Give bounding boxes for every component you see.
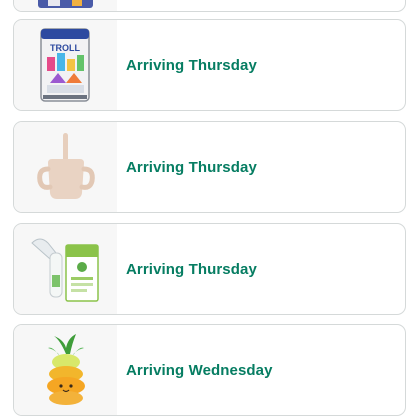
product-thumbnail: TROLL [14, 20, 117, 110]
order-card[interactable]: Arriving Wednesday [13, 324, 406, 416]
product-thumbnail [14, 0, 117, 11]
nasal-aspirator-icon [31, 238, 99, 302]
product-thumbnail [14, 224, 117, 314]
product-thumbnail [14, 325, 117, 415]
building-set-box-icon: TROLL [40, 28, 90, 102]
product-thumbnail [14, 122, 117, 212]
product-image [38, 0, 93, 8]
svg-text:TROLL: TROLL [50, 43, 80, 53]
order-card[interactable]: TROLL Arriving Thursday [13, 19, 406, 111]
sippy-cup-icon [37, 133, 95, 199]
delivery-status: Arriving Thursday [126, 260, 257, 278]
delivery-status: Arriving Wednesday [126, 361, 273, 379]
pineapple-plush-icon [47, 334, 85, 405]
delivery-status: Arriving Thursday [126, 158, 257, 176]
order-card[interactable]: Arriving Thursday [13, 121, 406, 213]
order-card[interactable] [13, 0, 406, 12]
order-card[interactable]: Arriving Thursday [13, 223, 406, 315]
delivery-status: Arriving Thursday [126, 56, 257, 74]
